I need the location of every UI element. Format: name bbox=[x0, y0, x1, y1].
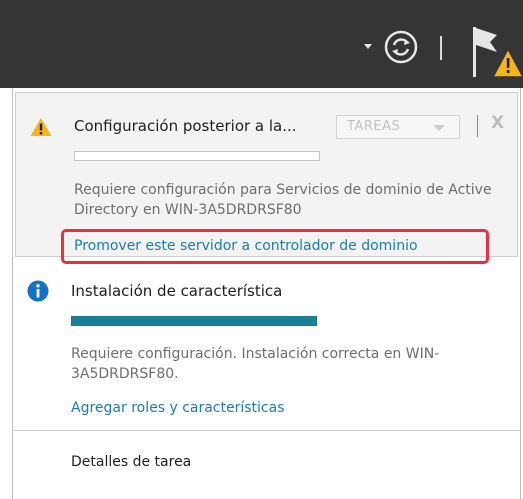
tasks-separator bbox=[477, 115, 478, 137]
refresh-icon[interactable] bbox=[383, 29, 419, 65]
server-manager-toolbar bbox=[0, 0, 523, 88]
info-icon bbox=[27, 280, 49, 302]
chevron-down-icon bbox=[433, 125, 445, 131]
promote-domain-controller-link[interactable]: Promover este servidor a controlador de … bbox=[74, 238, 418, 254]
notifications-panel: Configuración posterior a la... TAREAS X… bbox=[12, 88, 521, 499]
divider bbox=[13, 430, 520, 431]
notification-title: Configuración posterior a la... bbox=[74, 117, 297, 135]
close-notification-button[interactable]: X bbox=[491, 113, 504, 133]
add-roles-features-link[interactable]: Agregar roles y características bbox=[71, 400, 285, 416]
tasks-dropdown-label: TAREAS bbox=[347, 119, 401, 134]
progress-bar bbox=[74, 151, 320, 161]
progress-bar bbox=[71, 316, 317, 326]
dropdown-caret-icon[interactable] bbox=[364, 44, 372, 49]
toolbar-separator bbox=[440, 36, 442, 60]
progress-fill bbox=[72, 317, 316, 325]
notification-card-post-deployment: Configuración posterior a la... TAREAS X… bbox=[15, 92, 518, 264]
notification-title: Instalación de característica bbox=[71, 282, 283, 300]
warning-icon bbox=[30, 118, 52, 136]
tasks-dropdown[interactable]: TAREAS bbox=[336, 115, 460, 139]
task-details-link[interactable]: Detalles de tarea bbox=[71, 454, 191, 470]
notification-description: Requiere configuración para Servicios de… bbox=[74, 182, 492, 218]
flag-warning-icon[interactable] bbox=[470, 25, 523, 83]
notification-description: Requiere configuración. Instalación corr… bbox=[71, 346, 440, 382]
